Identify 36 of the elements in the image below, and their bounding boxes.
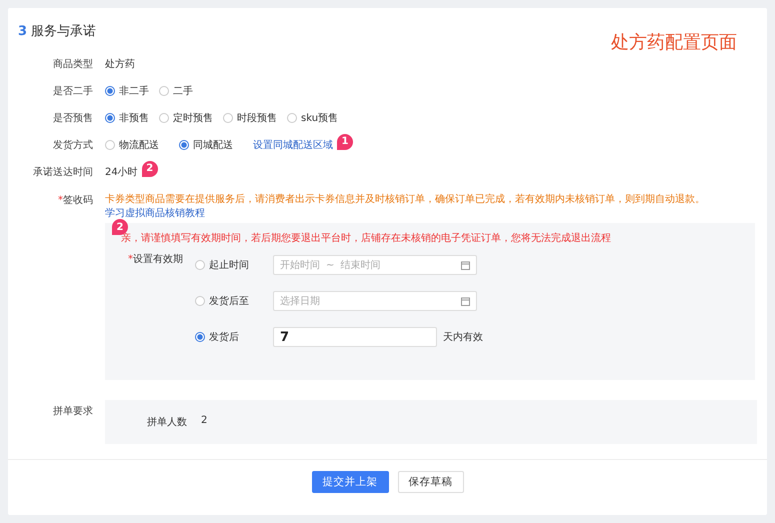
field-label: 拼单要求 <box>52 404 93 418</box>
delivery-area-link[interactable]: 设置同城配送区域 <box>253 138 333 152</box>
radio-option[interactable]: 非预售 <box>105 110 149 124</box>
field-label: *签收码 <box>58 195 93 206</box>
field-label: 是否预售 <box>52 112 93 124</box>
field-label: 承诺送达时间 <box>32 166 93 178</box>
field-value: 处方药 <box>105 58 135 70</box>
calendar-icon <box>461 261 470 270</box>
save-draft-button[interactable]: 保存草稿 <box>398 471 464 493</box>
radio-option[interactable]: 时段预售 <box>223 110 277 124</box>
field-label: *设置有效期 <box>127 252 183 267</box>
field-value: 24小时 <box>105 166 138 178</box>
section-title: 3 服务与承诺 <box>18 23 96 41</box>
radio-option[interactable]: 定时预售 <box>159 110 213 124</box>
notice-text: 卡券类型商品需要在提供服务后，请消费者出示卡券信息并及时核销订单，确保订单已完成，若有效期内未核销订单，则到期自动退款。 学习虚拟商品核销教程 <box>105 193 706 221</box>
radio-option[interactable]: 物流配送 <box>105 138 159 152</box>
field-label: 拼单人数 <box>147 416 187 429</box>
suffix-text: 天内有效 <box>443 330 483 344</box>
radio-option[interactable]: 发货后至 <box>195 294 273 308</box>
annotation-text: 处方药配置页面 <box>611 31 737 55</box>
radio-option[interactable]: sku预售 <box>287 110 338 124</box>
submit-button[interactable]: 提交并上架 <box>312 471 388 493</box>
tutorial-link[interactable]: 学习虚拟商品核销教程 <box>105 208 205 219</box>
field-label: 商品类型 <box>52 58 93 70</box>
step-badge: 1 <box>337 134 353 150</box>
field-value: 2 <box>201 415 208 428</box>
radio-option[interactable]: 二手 <box>159 84 193 98</box>
radio-option[interactable]: 发货后 <box>195 330 273 344</box>
calendar-icon <box>461 297 470 306</box>
days-field[interactable]: 7 <box>273 327 437 347</box>
field-label: 发货方式 <box>52 138 93 152</box>
radio-option[interactable]: 同城配送 <box>179 138 233 152</box>
radio-option[interactable]: 非二手 <box>105 84 149 98</box>
field-label: 是否二手 <box>52 84 93 98</box>
radio-option[interactable]: 起止时间 <box>195 258 273 272</box>
step-badge: 2 <box>142 160 158 176</box>
